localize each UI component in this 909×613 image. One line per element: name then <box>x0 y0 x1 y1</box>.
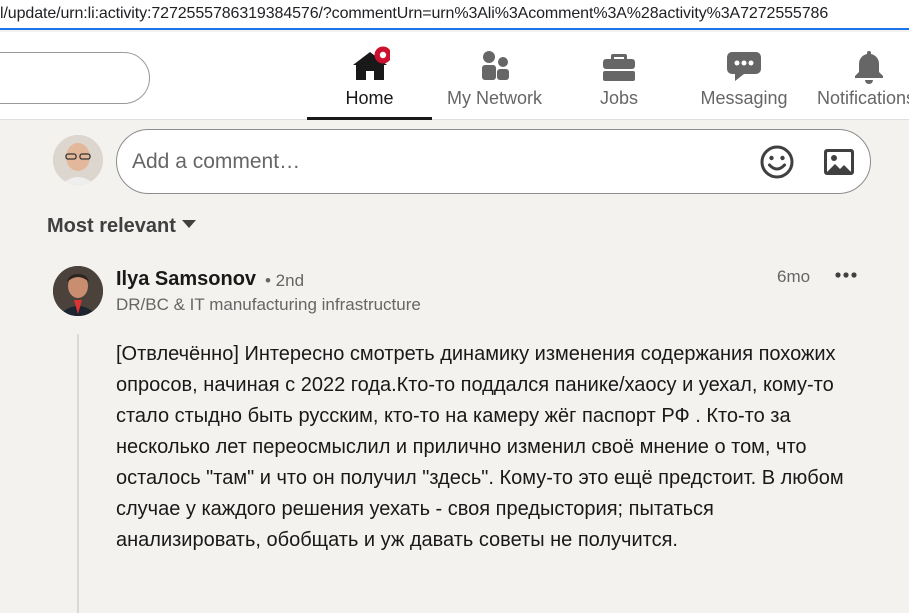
nav-item-jobs[interactable]: Jobs <box>579 32 659 120</box>
top-navigation: Home My Network Jobs Messaging Notificat… <box>0 32 909 120</box>
nav-item-label: Messaging <box>700 88 788 108</box>
comment-author-headline: DR/BC & IT manufacturing infrastructure <box>116 295 421 314</box>
nav-item-label: My Network <box>446 88 542 108</box>
image-icon[interactable] <box>822 145 856 179</box>
comment-body: [Отвлечённо] Интересно смотреть динамику… <box>116 343 844 551</box>
caret-down-icon <box>181 220 196 228</box>
comment-input[interactable]: Add a comment… <box>116 129 871 194</box>
people-icon <box>475 46 515 86</box>
comment-input-placeholder: Add a comment… <box>132 150 301 173</box>
comment-author-avatar[interactable] <box>53 266 103 316</box>
bell-icon <box>849 46 889 86</box>
current-user-avatar[interactable] <box>53 135 103 185</box>
comment-timestamp: 6mo <box>777 267 811 286</box>
smiley-icon[interactable] <box>759 144 795 180</box>
nav-item-label: Home <box>345 88 394 108</box>
nav-item-messaging[interactable]: Messaging <box>694 32 794 120</box>
connection-degree: • 2nd <box>265 271 305 290</box>
comment-sort-dropdown[interactable]: Most relevant <box>47 215 196 238</box>
chat-bubble-icon <box>724 46 764 86</box>
address-bar-url[interactable]: l/update/urn:li:activity:727255578631938… <box>0 5 828 23</box>
address-bar[interactable]: l/update/urn:li:activity:727255578631938… <box>0 0 909 30</box>
briefcase-icon <box>599 46 639 86</box>
nav-item-notifications[interactable]: Notifications <box>817 32 909 120</box>
nav-item-label: Jobs <box>599 88 639 108</box>
more-options-icon[interactable] <box>832 265 860 285</box>
nav-item-my-network[interactable]: My Network <box>437 32 552 120</box>
home-icon <box>350 46 390 86</box>
thread-line <box>77 334 79 613</box>
sort-label: Most relevant <box>47 215 176 237</box>
active-tab-indicator <box>307 117 432 120</box>
nav-item-home[interactable]: Home <box>307 32 432 120</box>
search-input[interactable] <box>0 52 150 104</box>
comment-author-name[interactable]: Ilya Samsonov <box>116 268 256 291</box>
nav-item-label: Notifications <box>817 88 909 108</box>
